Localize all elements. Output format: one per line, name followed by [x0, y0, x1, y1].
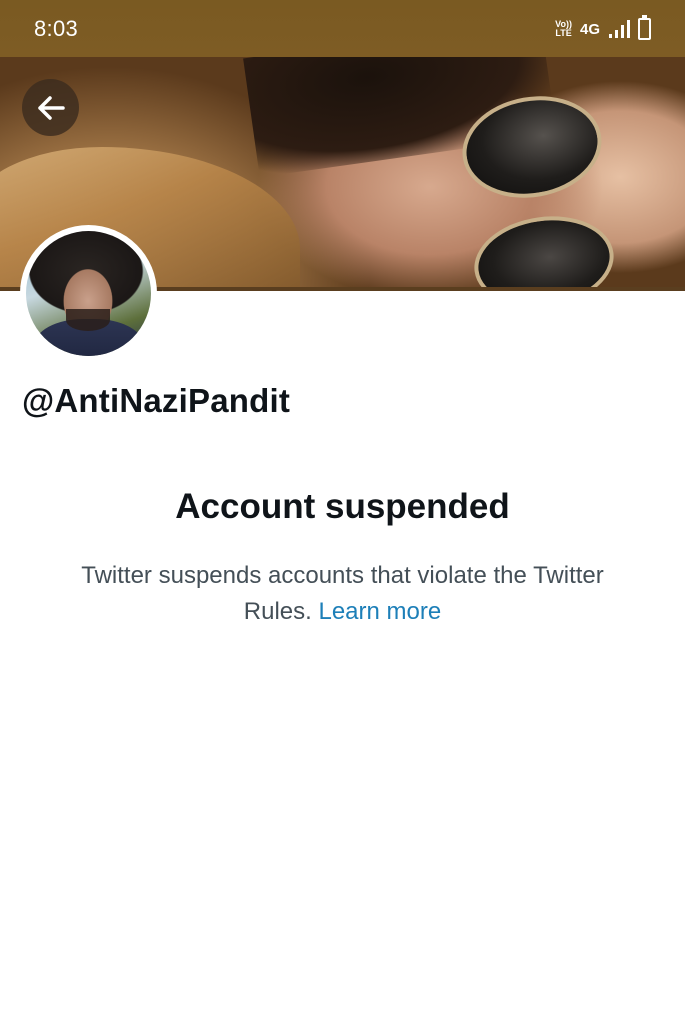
- suspension-title: Account suspended: [175, 487, 510, 526]
- status-bar: 8:03 Vo)) LTE 4G: [0, 0, 685, 57]
- volte-label-bottom: LTE: [555, 28, 572, 38]
- back-button[interactable]: [22, 79, 79, 136]
- signal-bars-icon: [609, 20, 630, 38]
- avatar-beard-shape: [66, 309, 110, 331]
- banner-sunglass-lens: [468, 207, 620, 291]
- network-type-label: 4G: [579, 20, 600, 38]
- profile-avatar-frame[interactable]: [20, 225, 157, 362]
- profile-username: @AntiNaziPandit: [22, 382, 291, 419]
- battery-icon: [638, 15, 651, 40]
- volte-icon: Vo)) LTE: [555, 20, 572, 38]
- status-time: 8:03: [34, 16, 79, 41]
- arrow-left-icon: [37, 95, 65, 120]
- status-icons: Vo)) LTE 4G: [555, 15, 651, 43]
- learn-more-link[interactable]: Learn more: [318, 598, 441, 625]
- suspension-description: Twitter suspends accounts that violate t…: [60, 558, 625, 630]
- avatar[interactable]: [26, 231, 151, 356]
